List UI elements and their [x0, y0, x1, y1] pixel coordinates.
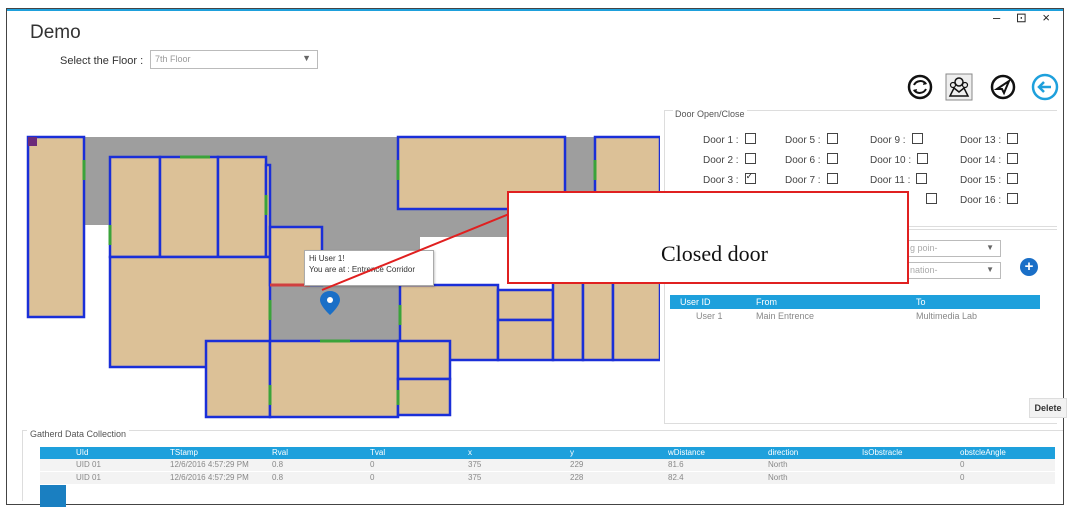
gathered-table-header: UId TStamp Rval Tval x y wDistance direc…	[40, 447, 1055, 459]
table-row[interactable]: UID 01 12/6/2016 4:57:29 PM 0.8 0 375 22…	[40, 459, 1055, 472]
destination-select[interactable]: nation- ▼	[905, 262, 1001, 279]
door-5-row[interactable]: Door 5 :	[785, 133, 838, 146]
destination-placeholder: nation-	[910, 265, 938, 275]
chevron-down-icon: ▼	[986, 265, 994, 274]
door-10-row[interactable]: Door 10 :	[870, 153, 929, 166]
door-1-row[interactable]: Door 1 :	[703, 133, 756, 146]
door-13-row[interactable]: Door 13 :	[960, 133, 1019, 146]
door-1-checkbox[interactable]	[744, 133, 756, 144]
door-7-row[interactable]: Door 7 :	[785, 173, 838, 186]
floor-select[interactable]: 7th Floor ▼	[150, 50, 318, 69]
door-16-row[interactable]: Door 16 :	[960, 193, 1019, 206]
chevron-down-icon: ▼	[986, 243, 994, 252]
door-12-checkbox-partial[interactable]	[920, 193, 937, 206]
door-3-row[interactable]: Door 3 :	[703, 171, 756, 186]
floor-label: Select the Floor :	[60, 55, 144, 67]
delete-button[interactable]: Delete	[1029, 398, 1067, 418]
add-route-button[interactable]: +	[1020, 258, 1038, 276]
door-10-checkbox[interactable]	[917, 153, 929, 164]
closed-door-callout: Closed door	[507, 191, 909, 284]
location-tooltip: Hi User 1! You are at : Entrence Corrido…	[304, 250, 434, 286]
page-title: Demo	[30, 22, 81, 43]
floor-select-value: 7th Floor	[155, 54, 191, 64]
route-table-header: User ID From To	[670, 295, 1040, 309]
door-11-row[interactable]: Door 11 :	[870, 173, 928, 186]
door-5-checkbox[interactable]	[826, 133, 838, 144]
door-2-row[interactable]: Door 2 :	[703, 153, 756, 166]
door-6-checkbox[interactable]	[826, 153, 838, 164]
tooltip-greeting: Hi User 1!	[309, 254, 345, 263]
chevron-down-icon: ▼	[302, 53, 311, 63]
route-table: User ID From To User 1 Main Entrence Mul…	[670, 295, 1040, 325]
door-14-row[interactable]: Door 14 :	[960, 153, 1019, 166]
door-9-row[interactable]: Door 9 :	[870, 133, 923, 146]
gathered-data-title: Gatherd Data Collection	[27, 429, 130, 439]
back-arrow-icon[interactable]	[1030, 72, 1060, 102]
start-point-placeholder: g poin-	[910, 243, 938, 253]
start-point-select[interactable]: g poin- ▼	[905, 240, 1001, 257]
callout-text: Closed door	[661, 241, 768, 266]
door-12-checkbox[interactable]	[926, 193, 937, 204]
door-11-checkbox[interactable]	[916, 173, 928, 184]
door-3-checkbox[interactable]	[744, 171, 756, 184]
tooltip-location: You are at : Entrence Corridor	[309, 265, 415, 274]
table-row[interactable]: UID 01 12/6/2016 4:57:29 PM 0.8 0 375 22…	[40, 472, 1055, 485]
window-controls[interactable]: – ⊡ ×	[993, 10, 1056, 26]
gathered-data-table: UId TStamp Rval Tval x y wDistance direc…	[40, 447, 1055, 485]
door-9-checkbox[interactable]	[911, 133, 923, 144]
header-user-id: User ID	[680, 297, 711, 307]
door-panel-title: Door Open/Close	[673, 109, 747, 119]
header-to: To	[916, 297, 926, 307]
door-15-checkbox[interactable]	[1007, 173, 1019, 184]
header-from: From	[756, 297, 777, 307]
door-2-checkbox[interactable]	[744, 153, 756, 164]
navigate-icon[interactable]	[988, 72, 1018, 102]
door-16-checkbox[interactable]	[1007, 193, 1019, 204]
door-15-row[interactable]: Door 15 :	[960, 173, 1019, 186]
title-accent-line	[7, 9, 1063, 11]
corner-marker	[28, 137, 37, 146]
door-7-checkbox[interactable]	[826, 173, 838, 184]
door-14-checkbox[interactable]	[1007, 153, 1019, 164]
door-6-row[interactable]: Door 6 :	[785, 153, 838, 166]
table-row[interactable]: User 1 Main Entrence Multimedia Lab	[670, 309, 1040, 325]
map-users-icon[interactable]	[944, 72, 974, 102]
sync-icon[interactable]	[905, 72, 935, 102]
door-13-checkbox[interactable]	[1007, 133, 1019, 144]
